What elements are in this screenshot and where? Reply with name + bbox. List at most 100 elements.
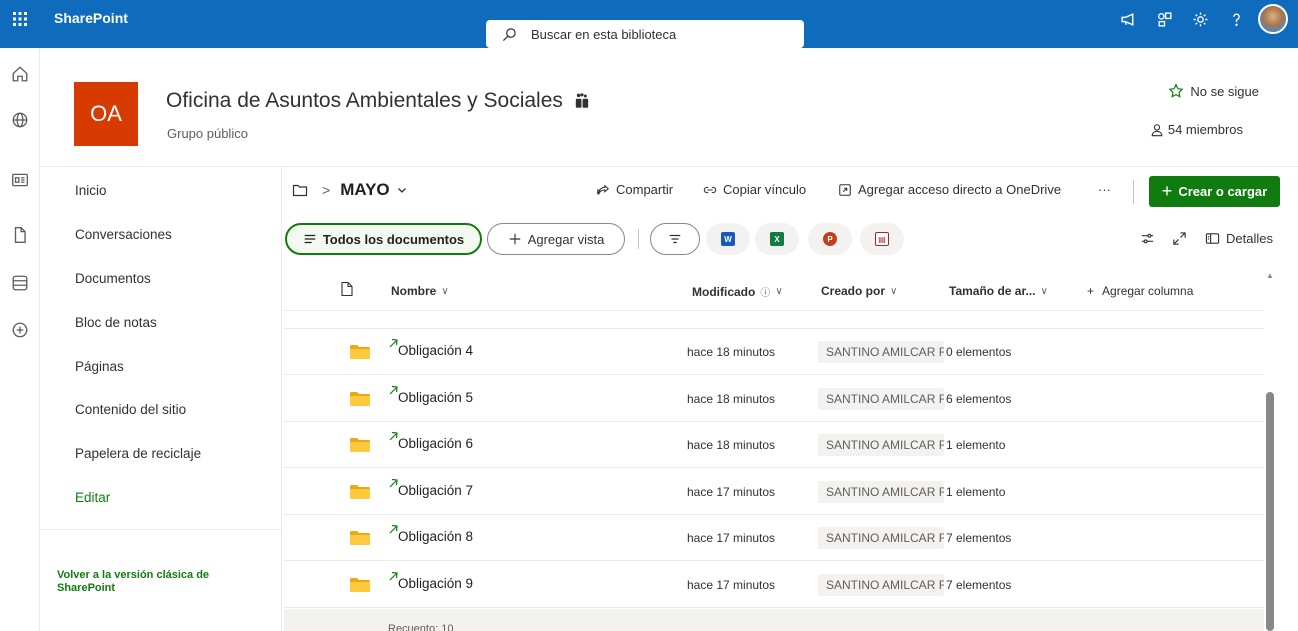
nav-item-papelera[interactable]: Papelera de reciclaje	[75, 446, 201, 461]
search-box[interactable]	[486, 20, 804, 48]
row-modified: hace 17 minutos	[687, 484, 776, 499]
table-row[interactable]: Obligación 6 hace 18 minutos SANTINO AMI…	[284, 422, 1264, 468]
row-modified: hace 18 minutos	[687, 391, 776, 406]
row-name[interactable]: Obligación 8	[398, 529, 473, 544]
view-all-documents[interactable]: Todos los documentos	[285, 223, 482, 255]
chevron-down-icon: ∨	[890, 285, 898, 297]
column-created-by-label: Creado por	[821, 284, 886, 298]
column-size[interactable]: Tamaño de ar... ∨	[949, 284, 1048, 298]
share-network-icon[interactable]	[1146, 0, 1182, 38]
copy-link-button[interactable]: Copiar vínculo	[703, 182, 806, 197]
row-size: 1 elemento	[946, 484, 1006, 499]
nav-item-conversaciones[interactable]: Conversaciones	[75, 227, 172, 242]
filter-word-button[interactable]: W	[706, 223, 750, 255]
help-icon[interactable]	[1218, 0, 1254, 38]
row-name[interactable]: Obligación 5	[398, 390, 473, 405]
chevron-down-icon: ∨	[775, 286, 783, 297]
scrollbar-thumb[interactable]	[1266, 392, 1274, 631]
nav-edit-link[interactable]: Editar	[75, 490, 110, 505]
nav-item-documentos[interactable]: Documentos	[75, 271, 151, 286]
table-row[interactable]: Obligación 8 hace 17 minutos SANTINO AMI…	[284, 515, 1264, 561]
app-launcher-icon[interactable]	[0, 0, 40, 38]
row-size: 1 elemento	[946, 438, 1006, 452]
add-view-button[interactable]: Agregar vista	[487, 223, 625, 255]
follow-label: No se sigue	[1190, 83, 1259, 99]
share-button[interactable]: Compartir	[596, 182, 673, 197]
column-modified-label: Modificado	[692, 284, 756, 299]
site-logo[interactable]: OA	[74, 82, 138, 146]
row-creator[interactable]: SANTINO AMILCAR FI	[818, 573, 944, 596]
folder-icon	[350, 531, 370, 545]
site-title-text[interactable]: Oficina de Asuntos Ambientales y Sociale…	[166, 89, 563, 113]
file-icon[interactable]	[0, 215, 40, 255]
globe-icon[interactable]	[0, 100, 40, 140]
nav-item-paginas[interactable]: Páginas	[75, 359, 124, 374]
suite-icons	[1110, 0, 1298, 38]
search-input[interactable]	[531, 26, 781, 42]
file-type-icon[interactable]	[340, 281, 354, 297]
megaphone-icon[interactable]	[1110, 0, 1146, 38]
column-name-label: Nombre	[391, 284, 437, 298]
members-button[interactable]: 54 miembros	[1150, 122, 1243, 137]
details-label: Detalles	[1226, 231, 1273, 246]
row-creator[interactable]: SANTINO AMILCAR FI	[818, 480, 944, 503]
news-icon[interactable]	[0, 160, 40, 200]
teams-icon[interactable]	[573, 92, 591, 110]
home-icon[interactable]	[0, 54, 40, 94]
table-row[interactable]: Obligación 5 hace 18 minutos SANTINO AMI…	[284, 376, 1264, 422]
column-modified[interactable]: Modificado ⓘ ∨	[692, 284, 783, 300]
star-icon	[1168, 83, 1184, 98]
table-row[interactable]: Obligación 9 hace 17 minutos SANTINO AMI…	[284, 562, 1264, 608]
breadcrumb-current[interactable]: MAYO	[340, 180, 389, 200]
nav-item-bloc-de-notas[interactable]: Bloc de notas	[75, 315, 157, 330]
row-size: 7 elementos	[946, 531, 1012, 545]
view-options-icon[interactable]	[1140, 231, 1155, 246]
column-created-by[interactable]: Creado por ∨	[821, 284, 897, 298]
row-modified: hace 18 minutos	[687, 345, 776, 359]
expand-icon[interactable]	[1172, 231, 1187, 246]
nav-item-inicio[interactable]: Inicio	[75, 183, 107, 198]
chevron-down-icon: ∨	[441, 285, 449, 297]
powerpoint-icon: P	[823, 232, 837, 246]
site-subtitle: Grupo público	[167, 126, 248, 141]
row-name[interactable]: Obligación 7	[398, 483, 473, 498]
add-view-label: Agregar vista	[527, 231, 605, 247]
nav-item-contenido-del-sitio[interactable]: Contenido del sitio	[75, 402, 186, 417]
filter-pdf-button[interactable]: ▤	[860, 223, 904, 255]
chevron-down-icon[interactable]	[396, 184, 408, 196]
row-creator[interactable]: SANTINO AMILCAR FI	[818, 341, 944, 363]
scroll-up-arrow[interactable]: ▲	[1266, 271, 1274, 281]
person-icon	[1151, 123, 1163, 136]
plus-icon	[509, 233, 520, 245]
create-upload-button[interactable]: + Crear o cargar	[1149, 176, 1280, 207]
row-name[interactable]: Obligación 4	[398, 343, 473, 358]
filter-button[interactable]	[650, 223, 700, 255]
classic-view-link[interactable]: Volver a la versión clásica de SharePoin…	[57, 569, 237, 595]
row-creator[interactable]: SANTINO AMILCAR FI	[818, 527, 944, 549]
filter-excel-button[interactable]: X	[755, 223, 799, 255]
avatar[interactable]	[1258, 4, 1288, 34]
row-creator[interactable]: SANTINO AMILCAR FI	[818, 387, 944, 410]
row-name[interactable]: Obligación 9	[398, 576, 473, 591]
column-name[interactable]: Nombre ∨	[391, 284, 449, 298]
item-count: Recuento: 10	[388, 623, 454, 631]
more-options-button[interactable]: ···	[1098, 182, 1111, 197]
table-row[interactable]: Obligación 7 hace 17 minutos SANTINO AMI…	[284, 469, 1264, 515]
add-shortcut-button[interactable]: Agregar acceso directo a OneDrive	[838, 182, 1061, 197]
app-name[interactable]: SharePoint	[54, 10, 128, 26]
list-icon[interactable]	[0, 263, 40, 303]
add-circle-icon[interactable]	[0, 310, 40, 350]
row-creator[interactable]: SANTINO AMILCAR FI	[818, 434, 944, 456]
plus-icon: +	[1087, 284, 1095, 298]
folder-outline-icon[interactable]	[292, 182, 308, 198]
follow-button[interactable]: No se sigue	[1168, 83, 1259, 99]
table-row[interactable]: Obligación 4 hace 18 minutos SANTINO AMI…	[284, 329, 1264, 375]
filter-powerpoint-button[interactable]: P	[808, 223, 852, 255]
link-icon	[703, 186, 717, 193]
gear-icon[interactable]	[1182, 0, 1218, 38]
row-size: 0 elementos	[946, 345, 1012, 359]
folder-icon	[350, 577, 370, 592]
details-button[interactable]: Detalles	[1205, 231, 1273, 246]
row-name[interactable]: Obligación 6	[398, 436, 473, 451]
add-column-button[interactable]: + Agregar columna	[1087, 284, 1193, 298]
